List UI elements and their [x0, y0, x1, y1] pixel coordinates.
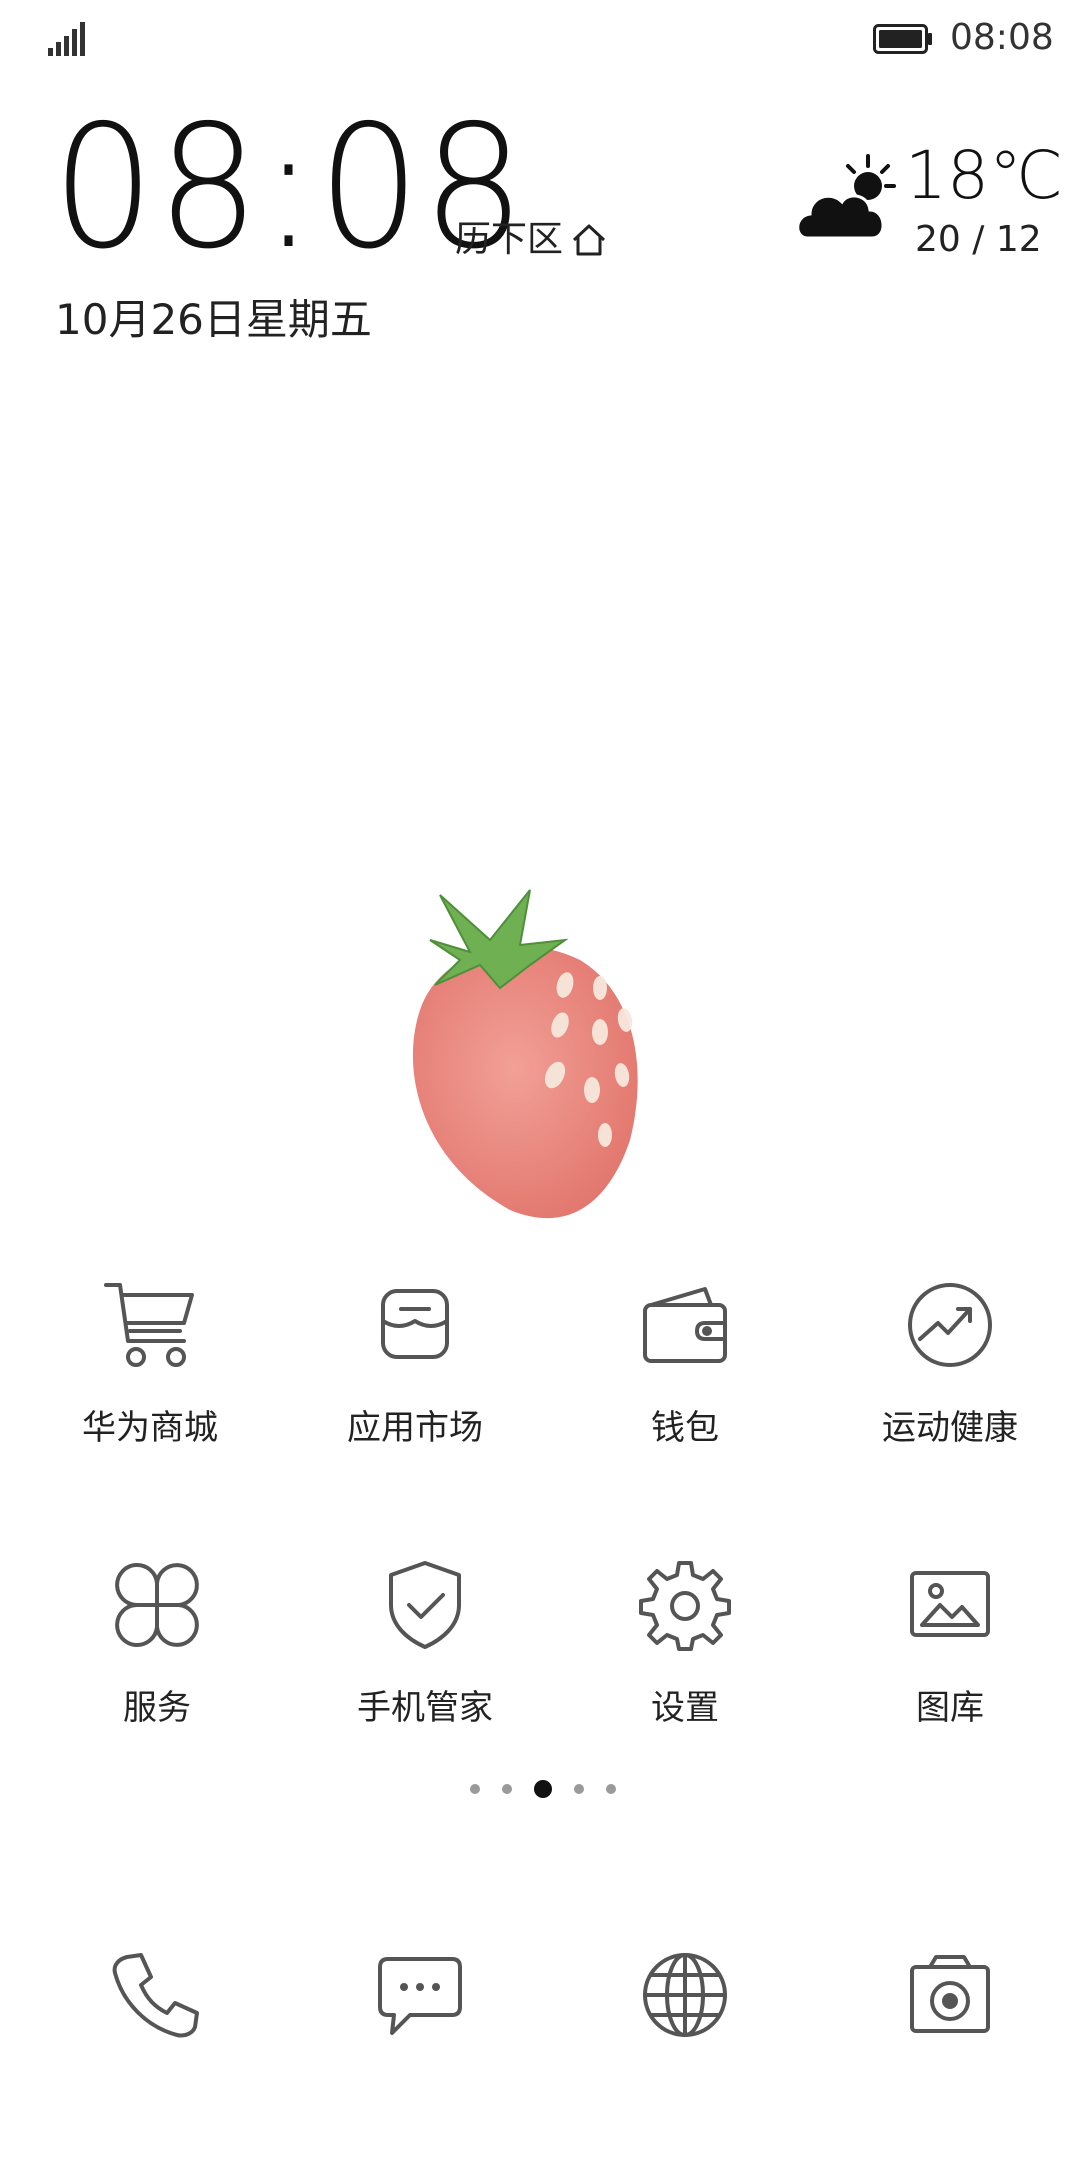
location-label: 历下区	[455, 219, 564, 260]
app-label: 服务	[123, 1688, 191, 1728]
clover-services-icon	[115, 1563, 199, 1647]
shield-check-icon	[389, 1561, 461, 1649]
partly-cloudy-icon[interactable]	[790, 150, 900, 250]
weather-range: 20 / 12	[915, 219, 1042, 260]
weather-temperature[interactable]: 18℃	[905, 140, 1063, 212]
status-bar-time: 08:08	[950, 17, 1054, 58]
dock-phone[interactable]	[90, 1930, 220, 2060]
message-icon	[378, 1957, 462, 2035]
signal-icon	[48, 22, 85, 56]
page-dot[interactable]	[470, 1784, 480, 1794]
camera-icon	[910, 1955, 990, 2033]
app-label: 钱包	[651, 1408, 719, 1448]
app-health[interactable]: 运动健康	[835, 1270, 1065, 1448]
app-settings[interactable]: 设置	[570, 1550, 800, 1728]
app-label: 运动健康	[882, 1408, 1018, 1448]
app-gallery[interactable]: 图库	[835, 1550, 1065, 1728]
dock-camera[interactable]	[885, 1930, 1015, 2060]
page-indicator[interactable]	[470, 1780, 616, 1798]
app-app-market[interactable]: 应用市场	[300, 1270, 530, 1448]
page-dot[interactable]	[502, 1784, 512, 1794]
gallery-icon	[910, 1571, 990, 1637]
app-label: 手机管家	[357, 1688, 493, 1728]
app-wallet[interactable]: 钱包	[570, 1270, 800, 1448]
dock-messages[interactable]	[355, 1930, 485, 2060]
app-label: 华为商城	[82, 1408, 218, 1448]
home-icon	[572, 224, 606, 256]
browser-globe-icon	[643, 1953, 727, 2037]
page-dot[interactable]	[606, 1784, 616, 1794]
health-trend-icon	[908, 1283, 992, 1367]
app-services[interactable]: 服务	[42, 1550, 272, 1728]
page-dot[interactable]	[574, 1784, 584, 1794]
page-dot-active[interactable]	[534, 1780, 552, 1798]
dock-browser[interactable]	[620, 1930, 750, 2060]
battery-icon	[873, 24, 932, 54]
wallet-icon	[643, 1287, 727, 1363]
clock-date[interactable]: 10月26日星期五	[55, 295, 372, 345]
app-phone-manager[interactable]: 手机管家	[310, 1550, 540, 1728]
app-huawei-store[interactable]: 华为商城	[35, 1270, 265, 1448]
app-label: 设置	[651, 1688, 719, 1728]
app-store-icon	[381, 1289, 449, 1359]
app-label: 应用市场	[347, 1408, 483, 1448]
app-label: 图库	[916, 1688, 984, 1728]
phone-icon	[112, 1953, 199, 2038]
strawberry-wallpaper	[412, 889, 638, 1219]
gear-icon	[639, 1561, 731, 1651]
shopping-cart-icon	[104, 1283, 194, 1367]
clock-location[interactable]: 历下区	[455, 218, 609, 262]
